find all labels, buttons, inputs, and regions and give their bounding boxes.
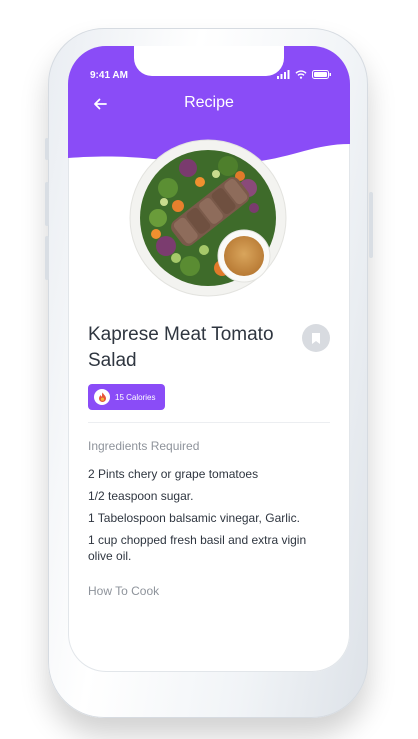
page-title: Recipe: [184, 94, 234, 111]
how-to-cook-heading: How To Cook: [88, 584, 160, 598]
ingredients-list: 2 Pints chery or grape tomatoes 1/2 teas…: [88, 466, 334, 570]
calories-badge: 15 Calories: [88, 384, 166, 410]
battery-icon: [312, 70, 331, 79]
flame-icon: [94, 389, 110, 405]
dish-photo: [129, 139, 287, 297]
phone-power-button: [369, 192, 373, 258]
phone-volume-up-button: [45, 182, 49, 226]
calories-label: 15 Calories: [115, 392, 156, 402]
canvas: 9:41 AM Recipe Kaprese Meat Tomato Salad…: [0, 0, 418, 739]
bookmark-icon: [312, 332, 320, 344]
ingredients-heading: Ingredients Required: [88, 439, 200, 453]
signal-icon: [277, 70, 290, 79]
ingredient-item: 2 Pints chery or grape tomatoes: [88, 467, 259, 481]
app-screen: 9:41 AM Recipe Kaprese Meat Tomato Salad…: [68, 46, 350, 672]
phone-volume-down-button: [45, 236, 49, 280]
bookmark-button[interactable]: [302, 324, 330, 352]
phone-mute-switch: [45, 138, 49, 160]
wifi-icon: [295, 70, 307, 79]
ingredient-item: 1 Tabelospoon balsamic vinegar, Garlic.: [88, 511, 300, 525]
ingredient-item: 1 cup chopped fresh basil and extra vigi…: [88, 533, 307, 563]
ingredient-item: 1/2 teaspoon sugar.: [88, 489, 194, 503]
section-divider: [88, 422, 330, 423]
device-notch: [134, 46, 284, 76]
status-time: 9:41 AM: [90, 70, 128, 81]
recipe-title: Kaprese Meat Tomato Salad: [88, 324, 274, 371]
status-icons: [277, 70, 332, 79]
